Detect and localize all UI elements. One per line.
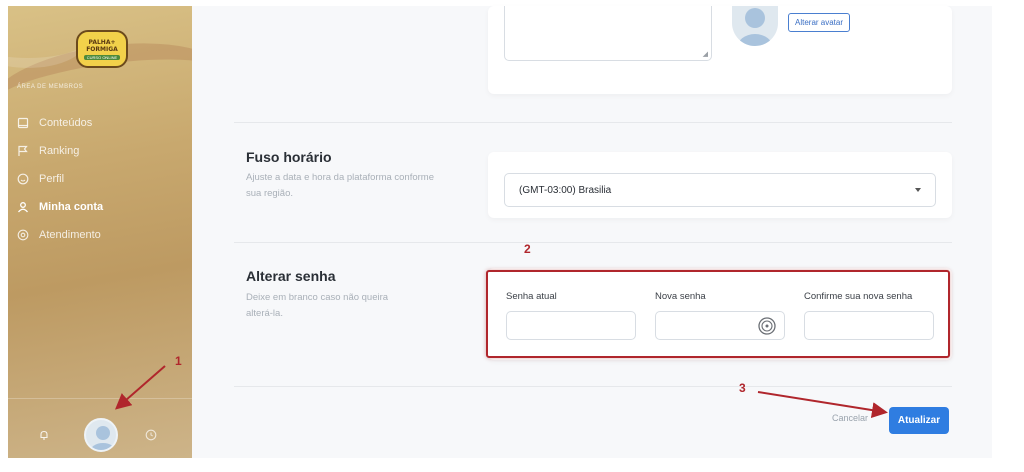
password-description: Deixe em branco caso não queira alterá-l… bbox=[246, 292, 389, 319]
bell-icon[interactable] bbox=[38, 429, 50, 441]
timezone-selected-value: (GMT-03:00) Brasilia bbox=[519, 184, 612, 196]
bio-textarea[interactable]: ◢ bbox=[504, 6, 712, 61]
sidebar-item-atendimento[interactable]: Atendimento bbox=[17, 221, 103, 249]
book-icon bbox=[17, 117, 29, 129]
sidebar-item-minha-conta[interactable]: Minha conta bbox=[17, 193, 103, 221]
timezone-title: Fuso horário bbox=[246, 149, 332, 165]
logo-tagline: CURSO ONLINE bbox=[83, 54, 121, 60]
sidebar-footer bbox=[8, 414, 192, 454]
annotation-highlight-box bbox=[486, 270, 950, 358]
sidebar-item-label: Perfil bbox=[39, 173, 65, 185]
annotation-number-2: 2 bbox=[524, 242, 531, 256]
sidebar-item-perfil[interactable]: Perfil bbox=[17, 165, 103, 193]
profile-avatar bbox=[732, 6, 778, 46]
sidebar-item-ranking[interactable]: Ranking bbox=[17, 137, 103, 165]
profile-card: ◢ Alterar avatar bbox=[488, 6, 952, 94]
update-button[interactable]: Atualizar bbox=[889, 407, 949, 434]
timezone-description: Ajuste a data e hora da plataforma confo… bbox=[246, 172, 435, 199]
change-avatar-button[interactable]: Alterar avatar bbox=[788, 13, 851, 32]
timezone-select[interactable]: (GMT-03:00) Brasilia bbox=[504, 173, 936, 207]
smile-icon bbox=[17, 173, 29, 185]
sidebar-item-label: Atendimento bbox=[39, 229, 101, 241]
flag-icon bbox=[17, 145, 29, 157]
sidebar-item-label: Minha conta bbox=[39, 201, 104, 213]
chevron-down-icon bbox=[915, 188, 921, 192]
sidebar-item-conteudos[interactable]: Conteúdos bbox=[17, 109, 103, 137]
logo-text: FORMIGA bbox=[86, 45, 118, 53]
section-divider bbox=[234, 122, 952, 123]
section-divider bbox=[234, 242, 952, 243]
sidebar-item-label: Conteúdos bbox=[39, 117, 93, 129]
resize-handle-icon[interactable]: ◢ bbox=[703, 50, 708, 58]
main-content: ◢ Alterar avatar Fuso horário Ajuste a d… bbox=[192, 6, 992, 458]
password-title: Alterar senha bbox=[246, 268, 336, 284]
avatar[interactable] bbox=[84, 418, 118, 452]
annotation-number-1: 1 bbox=[175, 354, 182, 368]
cancel-button[interactable]: Cancelar bbox=[832, 413, 868, 423]
section-divider bbox=[234, 386, 952, 387]
brand-logo[interactable]: PALHA+ FORMIGA CURSO ONLINE bbox=[76, 30, 128, 68]
sidebar-divider bbox=[8, 398, 192, 399]
sidebar-item-label: Ranking bbox=[39, 145, 80, 157]
user-icon bbox=[17, 201, 29, 213]
sidebar-nav: Conteúdos Ranking Perfil Minha conta Ate… bbox=[17, 109, 103, 249]
logo-text: PALHA+ bbox=[88, 38, 116, 46]
at-icon bbox=[17, 229, 29, 241]
annotation-number-3: 3 bbox=[739, 381, 746, 395]
clock-icon[interactable] bbox=[145, 429, 157, 441]
screenshot-frame: PALHA+ FORMIGA CURSO ONLINE ÁREA DE MEMB… bbox=[0, 0, 1024, 472]
sidebar-section-label: ÁREA DE MEMBROS bbox=[17, 84, 84, 90]
sidebar: PALHA+ FORMIGA CURSO ONLINE ÁREA DE MEMB… bbox=[8, 6, 192, 458]
